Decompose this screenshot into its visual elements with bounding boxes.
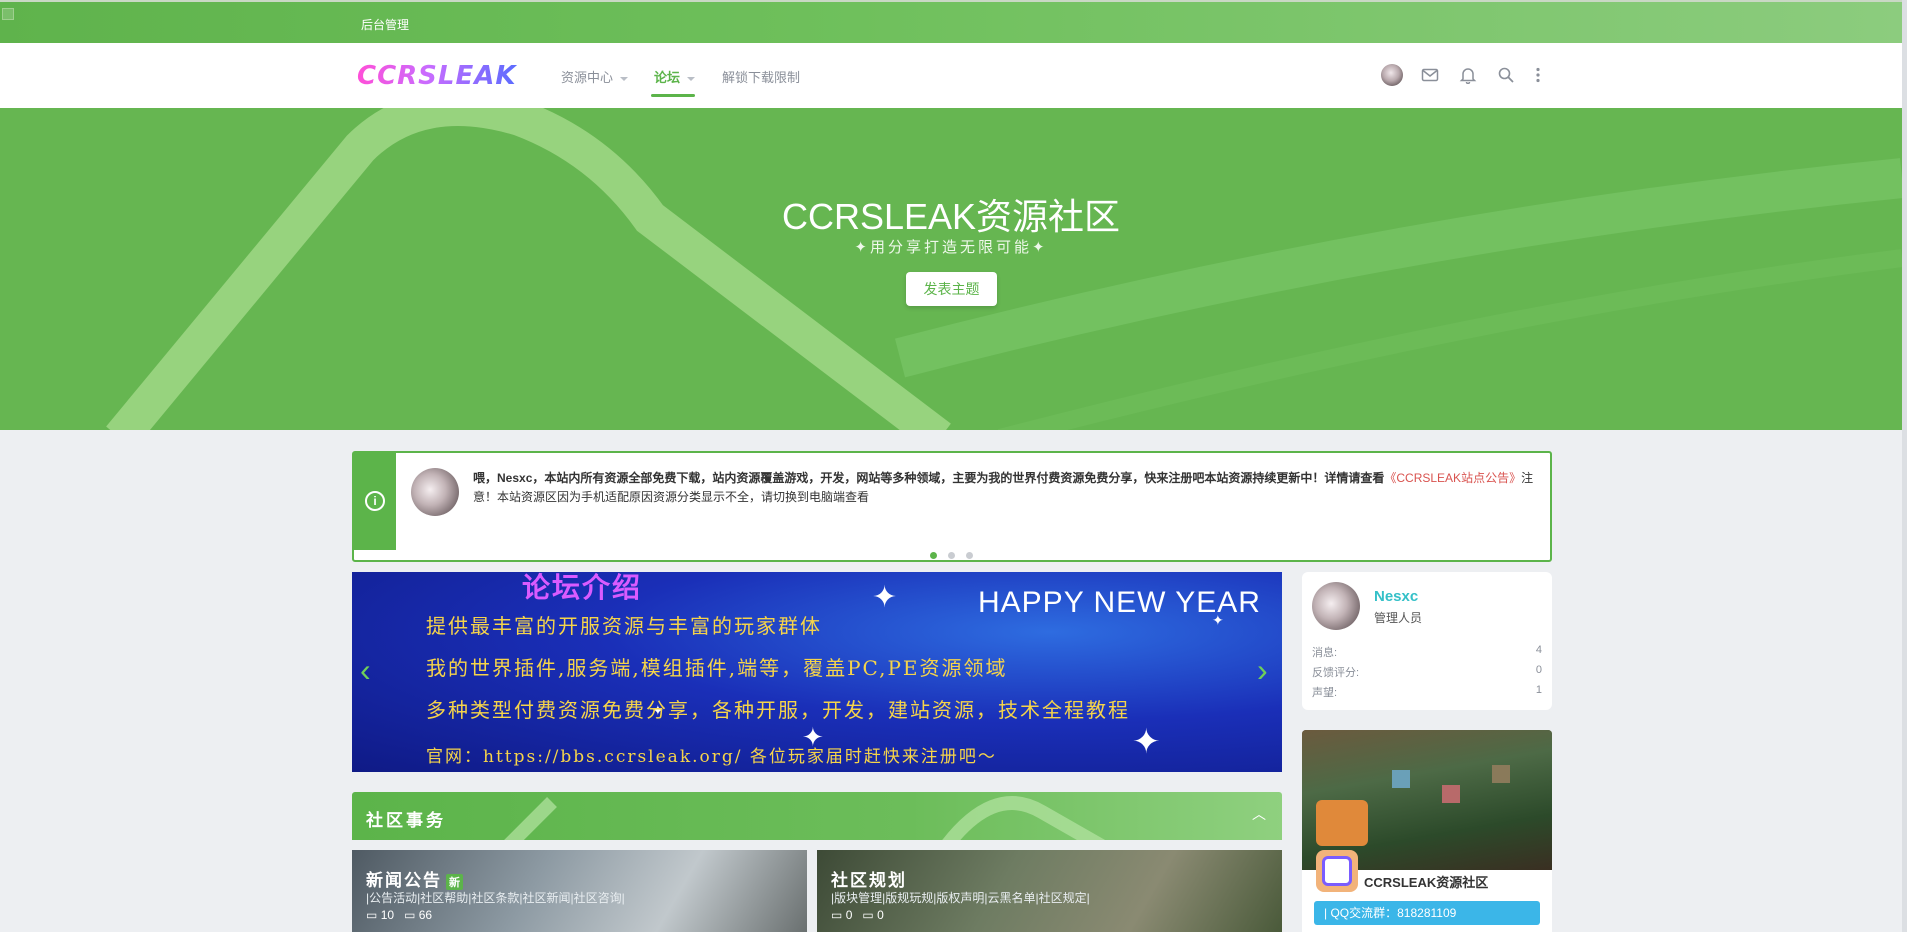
community-logo (1316, 850, 1358, 892)
block-decoration (1492, 765, 1510, 783)
star-decoration: ✦ (872, 581, 898, 614)
chevron-down-icon (687, 76, 696, 81)
forum-stats: ▭ 10 ▭ 66 (366, 908, 432, 922)
carousel-dot[interactable] (930, 552, 937, 559)
notice-text: 喂，Nesxc，本站内所有资源全部免费下载，站内资源覆盖游戏，开发，网站等多种领… (473, 469, 1543, 507)
forum-subforums[interactable]: |版块管理|版规玩规|版权声明|云黑名单|社区规定| (831, 889, 1090, 906)
section-header-community-affairs: 社区事务 ︿ (352, 792, 1282, 840)
nav-item-label: 论坛 (654, 70, 681, 85)
user-stat-reputation: 声望: 1 (1312, 684, 1542, 699)
nav-item-forum[interactable]: 论坛 (654, 67, 696, 86)
post-count: 66 (418, 908, 433, 922)
search-icon[interactable] (1494, 63, 1518, 87)
notice-greeting: 喂，Nesxc，本站内所有资源全部免费下载，站内资源覆盖游戏，开发，网站等多种领… (473, 471, 1385, 485)
user-stat-feedback: 反馈评分: 0 (1312, 664, 1542, 679)
hero-banner: CCRSLEAK资源社区 ✦用分享打造无限可能✦ 发表主题 (0, 108, 1902, 430)
post-thread-button[interactable]: 发表主题 (906, 272, 997, 306)
username[interactable]: Nesxc (1374, 588, 1418, 605)
info-icon: i (365, 491, 385, 511)
pumpkin-decoration (1316, 800, 1368, 846)
comment-icon: ▭ (366, 908, 378, 922)
user-stat-messages: 消息: 4 (1312, 644, 1542, 659)
admin-bar: 后台管理 (0, 0, 1907, 43)
notice-sidebar: i (354, 453, 396, 550)
thread-count: 10 (380, 908, 395, 922)
mail-icon[interactable] (1418, 63, 1442, 87)
banner-line: 官网：https://bbs.ccrsleak.org/ 各位玩家届时赶快来注册… (426, 747, 997, 767)
comment-icon: ▭ (404, 908, 416, 922)
forum-card-news[interactable]: 新闻公告新 |公告活动|社区帮助|社区条款|社区新闻|社区咨询| ▭ 10 ▭ … (352, 850, 807, 932)
carousel-dot[interactable] (948, 552, 955, 559)
main-navbar: CCRSLEAK 资源中心 论坛 解锁下载限制 (0, 43, 1907, 108)
post-count: 0 (877, 908, 884, 922)
forum-title[interactable]: 社区规划 (831, 866, 907, 891)
forum-stats: ▭ 0 ▭ 0 (831, 908, 884, 922)
chevron-right-icon[interactable]: › (1257, 652, 1268, 689)
forum-subforums[interactable]: |公告活动|社区帮助|社区条款|社区新闻|社区咨询| (366, 889, 625, 906)
community-card: CCRSLEAK资源社区 | QQ交流群：818281109 (1302, 730, 1552, 932)
user-info-card: Nesxc 管理人员 消息: 4 反馈评分: 0 声望: 1 (1302, 572, 1552, 710)
nav-item-label: 资源中心 (561, 70, 614, 85)
block-decoration (1442, 785, 1460, 803)
chevron-left-icon[interactable]: ‹ (360, 652, 371, 689)
qq-group-button[interactable]: | QQ交流群：818281109 (1314, 901, 1540, 925)
nav-item-resources[interactable]: 资源中心 (561, 67, 629, 86)
bell-icon[interactable] (1456, 63, 1480, 87)
banner-line: 我的世界插件,服务端,模组插件,端等，覆盖PC,PE资源领域 (426, 656, 1008, 680)
user-role: 管理人员 (1374, 611, 1423, 625)
page-corner-icon (2, 8, 14, 20)
nav-item-label: 解锁下载限制 (722, 70, 801, 85)
forum-title[interactable]: 新闻公告新 (366, 866, 463, 891)
chevron-up-icon[interactable]: ︿ (1252, 804, 1266, 824)
banner-line: 多种类型付费资源免费分享，各种开服，开发，建站资源，技术全程教程 (426, 698, 1130, 722)
nav-item-unlock-download[interactable]: 解锁下载限制 (722, 67, 800, 86)
section-decoration (504, 796, 1106, 840)
comment-icon: ▭ (831, 908, 843, 922)
active-nav-indicator (651, 94, 695, 97)
community-name: CCRSLEAK资源社区 (1364, 875, 1489, 890)
banner-line: 提供最丰富的开服资源与丰富的玩家群体 (426, 614, 822, 638)
user-avatar[interactable] (1312, 582, 1360, 630)
comment-icon: ▭ (862, 908, 874, 922)
page-scrollbar[interactable] (1902, 0, 1907, 932)
banner-happy-new-year: HAPPY NEW YEAR (978, 586, 1261, 619)
user-avatar[interactable] (1381, 64, 1403, 86)
banner-heading: 论坛介绍 (522, 572, 643, 604)
more-vertical-icon[interactable] (1526, 63, 1550, 87)
announcement-notice: i 喂，Nesxc，本站内所有资源全部免费下载，站内资源覆盖游戏，开发，网站等多… (352, 451, 1552, 562)
hero-decoration (106, 108, 1902, 430)
block-decoration (1392, 770, 1410, 788)
hero-subtitle: ✦用分享打造无限可能✦ (854, 239, 1048, 256)
forum-intro-banner[interactable]: ✦ ✦ ✦ ✦ ✦ 论坛介绍 HAPPY NEW YEAR 提供最丰富的开服资源… (352, 572, 1282, 772)
section-title: 社区事务 (366, 811, 446, 830)
thread-count: 0 (845, 908, 853, 922)
carousel-dot[interactable] (966, 552, 973, 559)
admin-link[interactable]: 后台管理 (361, 16, 409, 33)
notice-announcement-link[interactable]: 《CCRSLEAK站点公告》 (1384, 471, 1521, 485)
chevron-down-icon (620, 76, 629, 81)
new-badge: 新 (446, 873, 463, 890)
notice-avatar[interactable] (411, 468, 459, 516)
forum-card-planning[interactable]: 社区规划 |版块管理|版规玩规|版权声明|云黑名单|社区规定| ▭ 0 ▭ 0 (817, 850, 1282, 932)
site-logo[interactable]: CCRSLEAK (357, 61, 517, 91)
carousel-dots (930, 546, 984, 564)
star-decoration: ✦ (1132, 723, 1161, 761)
hero-title: CCRSLEAK资源社区 (781, 196, 1121, 237)
